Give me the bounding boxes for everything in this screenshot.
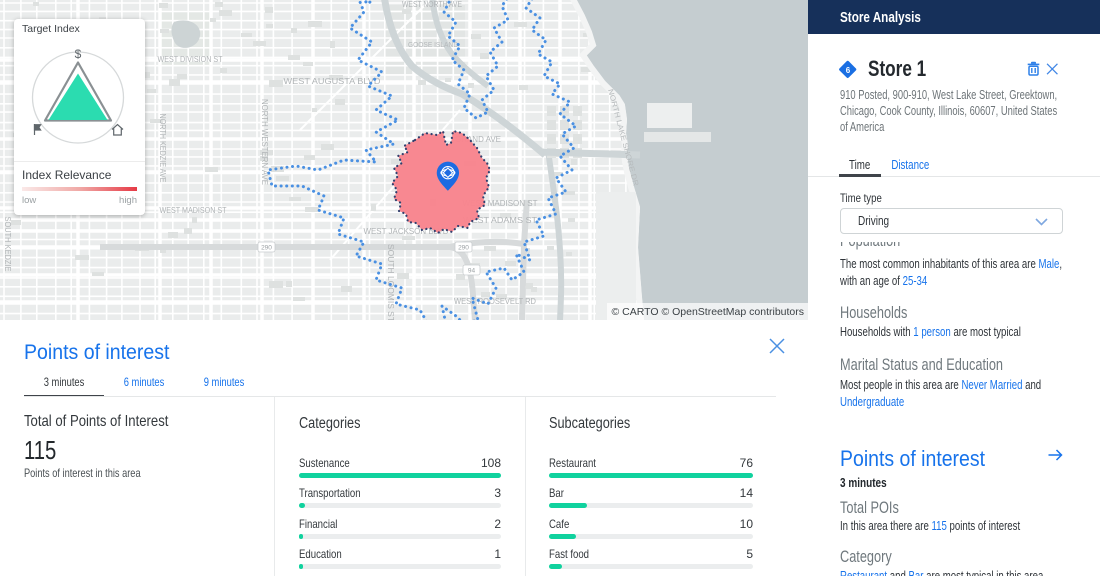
svg-text:290: 290 — [458, 245, 469, 252]
svg-text:NORTH KEDZIE AVE: NORTH KEDZIE AVE — [158, 114, 168, 183]
svg-text:WEST DIVISION ST: WEST DIVISION ST — [158, 54, 223, 64]
svg-text:94: 94 — [468, 268, 476, 275]
svg-text:WEST NORTH AVE: WEST NORTH AVE — [402, 0, 462, 9]
svg-text:GOOSE ISLAND: GOOSE ISLAND — [408, 40, 459, 49]
svg-text:$: $ — [75, 47, 82, 61]
svg-text:SOUTH KEDZIE: SOUTH KEDZIE — [3, 217, 12, 272]
svg-text:WEST MADISON ST: WEST MADISON ST — [160, 205, 227, 215]
svg-text:WEST AUGUSTA BLVD: WEST AUGUSTA BLVD — [284, 76, 381, 86]
svg-text:SOUTH LOOMIS ST: SOUTH LOOMIS ST — [386, 244, 396, 320]
svg-text:290: 290 — [261, 245, 272, 252]
svg-text:WEST ROOSEVELT RD: WEST ROOSEVELT RD — [454, 296, 536, 306]
